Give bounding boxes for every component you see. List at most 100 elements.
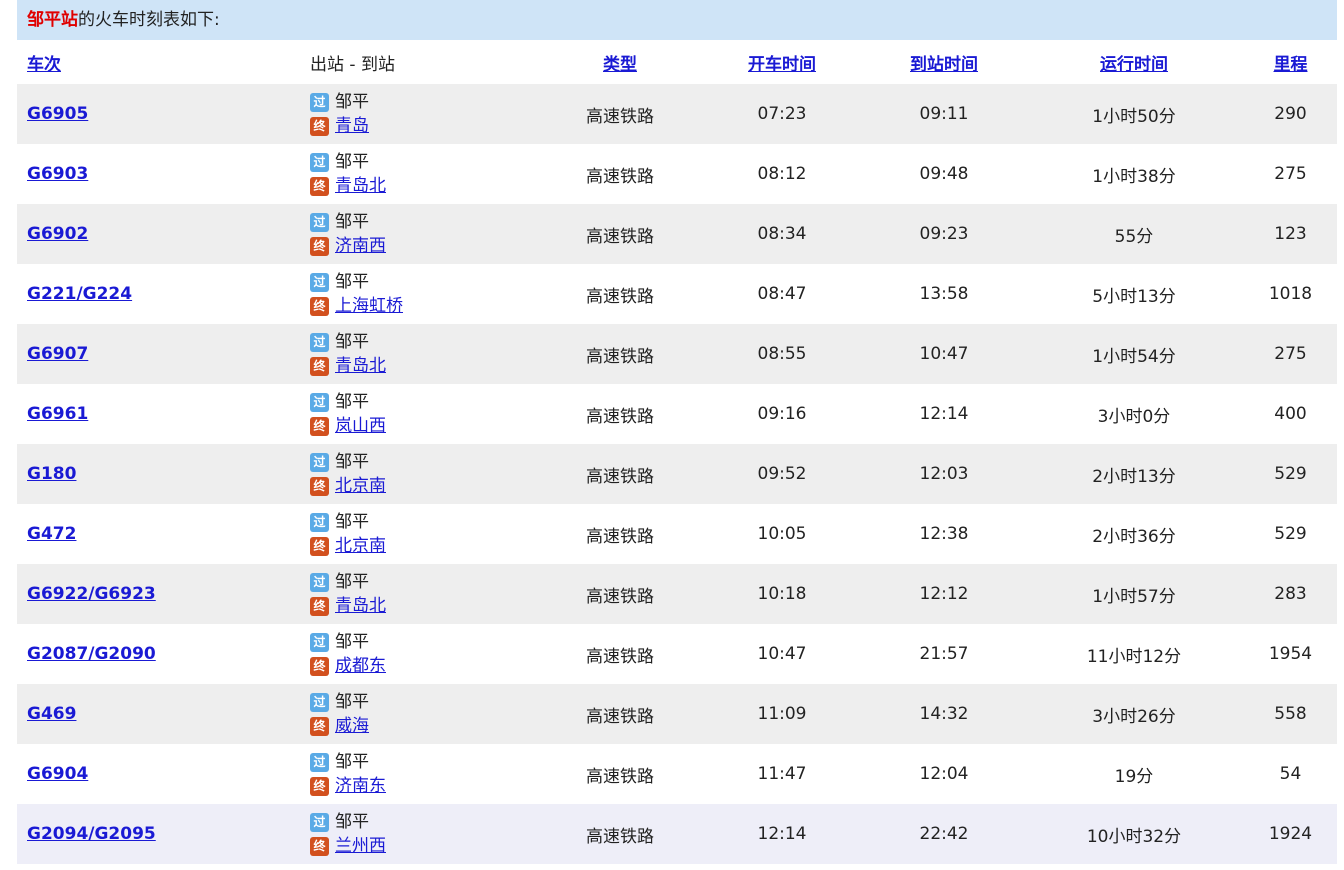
destination-station-link[interactable]: 北京南 [335, 474, 386, 498]
depart-time-cell: 11:47 [700, 744, 864, 804]
route-destination: 终青岛北 [310, 174, 540, 198]
destination-station-link[interactable]: 青岛北 [335, 354, 386, 378]
depart-time-cell: 08:12 [700, 144, 864, 204]
route-cell: 过邹平终北京南 [310, 444, 540, 504]
table-row: G6922/G6923 过邹平终青岛北 高速铁路 10:18 12:12 1小时57分 28… [17, 564, 1337, 624]
route-origin: 过邹平 [310, 750, 540, 774]
depart-time-cell: 08:34 [700, 204, 864, 264]
origin-station: 邹平 [335, 512, 369, 532]
header-type[interactable]: 类型 [540, 40, 700, 84]
origin-station: 邹平 [335, 332, 369, 352]
route-origin: 过邹平 [310, 510, 540, 534]
route-cell: 过邹平终青岛北 [310, 564, 540, 624]
route-cell: 过邹平终青岛 [310, 84, 540, 144]
destination-station-link[interactable]: 青岛北 [335, 174, 386, 198]
route-destination: 终青岛 [310, 114, 540, 138]
destination-station-link[interactable]: 青岛北 [335, 594, 386, 618]
route-destination: 终上海虹桥 [310, 294, 540, 318]
route-origin: 过邹平 [310, 690, 540, 714]
train-number-link[interactable]: G6922/G6923 [27, 584, 156, 604]
destination-station-link[interactable]: 威海 [335, 714, 369, 738]
destination-station-link[interactable]: 岚山西 [335, 414, 386, 438]
table-row: G221/G224 过邹平终上海虹桥 高速铁路 08:47 13:58 5小时13分 101… [17, 264, 1337, 324]
train-number-link[interactable]: G6904 [27, 764, 88, 784]
train-number-link[interactable]: G180 [27, 464, 76, 484]
route-destination: 终青岛北 [310, 354, 540, 378]
header-arrive[interactable]: 到站时间 [864, 40, 1024, 84]
depart-time-cell: 10:47 [700, 624, 864, 684]
route-origin: 过邹平 [310, 810, 540, 834]
duration-cell: 5小时13分 [1024, 264, 1244, 324]
depart-time-cell: 07:23 [700, 84, 864, 144]
type-cell: 高速铁路 [540, 144, 700, 204]
distance-cell: 529 [1244, 504, 1337, 564]
route-origin: 过邹平 [310, 270, 540, 294]
route-cell: 过邹平终威海 [310, 684, 540, 744]
train-number-link[interactable]: G472 [27, 524, 76, 544]
depart-time-cell: 10:18 [700, 564, 864, 624]
duration-cell: 1小时50分 [1024, 84, 1244, 144]
destination-station-link[interactable]: 北京南 [335, 534, 386, 558]
terminal-badge-icon: 终 [310, 836, 329, 856]
train-number-link[interactable]: G6905 [27, 104, 88, 124]
destination-station-link[interactable]: 上海虹桥 [335, 294, 403, 318]
route-destination: 终北京南 [310, 474, 540, 498]
timetable-body: G6905 过邹平终青岛 高速铁路 07:23 09:11 1小时50分 290 G6903 过… [17, 84, 1337, 864]
train-number-link[interactable]: G469 [27, 704, 76, 724]
route-cell: 过邹平终兰州西 [310, 804, 540, 864]
type-cell: 高速铁路 [540, 84, 700, 144]
pass-badge-icon: 过 [310, 152, 329, 172]
arrive-time-cell: 12:38 [864, 504, 1024, 564]
distance-cell: 275 [1244, 324, 1337, 384]
duration-cell: 1小时57分 [1024, 564, 1244, 624]
terminal-badge-icon: 终 [310, 656, 329, 676]
pass-badge-icon: 过 [310, 512, 329, 532]
duration-cell: 55分 [1024, 204, 1244, 264]
duration-cell: 3小时26分 [1024, 684, 1244, 744]
arrive-time-cell: 09:23 [864, 204, 1024, 264]
route-cell: 过邹平终济南东 [310, 744, 540, 804]
origin-station: 邹平 [335, 92, 369, 112]
type-cell: 高速铁路 [540, 324, 700, 384]
header-depart[interactable]: 开车时间 [700, 40, 864, 84]
origin-station: 邹平 [335, 212, 369, 232]
distance-cell: 123 [1244, 204, 1337, 264]
type-cell: 高速铁路 [540, 264, 700, 324]
route-destination: 终成都东 [310, 654, 540, 678]
destination-station-link[interactable]: 济南东 [335, 774, 386, 798]
header-distance[interactable]: 里程 [1244, 40, 1337, 84]
arrive-time-cell: 13:58 [864, 264, 1024, 324]
train-number-link[interactable]: G6902 [27, 224, 88, 244]
depart-time-cell: 08:55 [700, 324, 864, 384]
train-number-link[interactable]: G6903 [27, 164, 88, 184]
depart-time-cell: 10:05 [700, 504, 864, 564]
destination-station-link[interactable]: 济南西 [335, 234, 386, 258]
destination-station-link[interactable]: 青岛 [335, 114, 369, 138]
train-number-link[interactable]: G221/G224 [27, 284, 132, 304]
header-duration[interactable]: 运行时间 [1024, 40, 1244, 84]
train-number-link[interactable]: G6907 [27, 344, 88, 364]
train-cell: G6904 [17, 744, 310, 804]
table-row: G472 过邹平终北京南 高速铁路 10:05 12:38 2小时36分 529 [17, 504, 1337, 564]
distance-cell: 558 [1244, 684, 1337, 744]
type-cell: 高速铁路 [540, 204, 700, 264]
arrive-time-cell: 14:32 [864, 684, 1024, 744]
train-cell: G6961 [17, 384, 310, 444]
train-number-link[interactable]: G6961 [27, 404, 88, 424]
train-number-link[interactable]: G2094/G2095 [27, 824, 156, 844]
destination-station-link[interactable]: 成都东 [335, 654, 386, 678]
train-number-link[interactable]: G2087/G2090 [27, 644, 156, 664]
destination-station-link[interactable]: 兰州西 [335, 834, 386, 858]
origin-station: 邹平 [335, 812, 369, 832]
pass-badge-icon: 过 [310, 92, 329, 112]
pass-badge-icon: 过 [310, 812, 329, 832]
terminal-badge-icon: 终 [310, 596, 329, 616]
distance-cell: 400 [1244, 384, 1337, 444]
table-row: G6903 过邹平终青岛北 高速铁路 08:12 09:48 1小时38分 275 [17, 144, 1337, 204]
train-cell: G2094/G2095 [17, 804, 310, 864]
distance-cell: 1018 [1244, 264, 1337, 324]
route-origin: 过邹平 [310, 630, 540, 654]
table-row: G6902 过邹平终济南西 高速铁路 08:34 09:23 55分 123 [17, 204, 1337, 264]
train-cell: G180 [17, 444, 310, 504]
header-train[interactable]: 车次 [17, 40, 310, 84]
